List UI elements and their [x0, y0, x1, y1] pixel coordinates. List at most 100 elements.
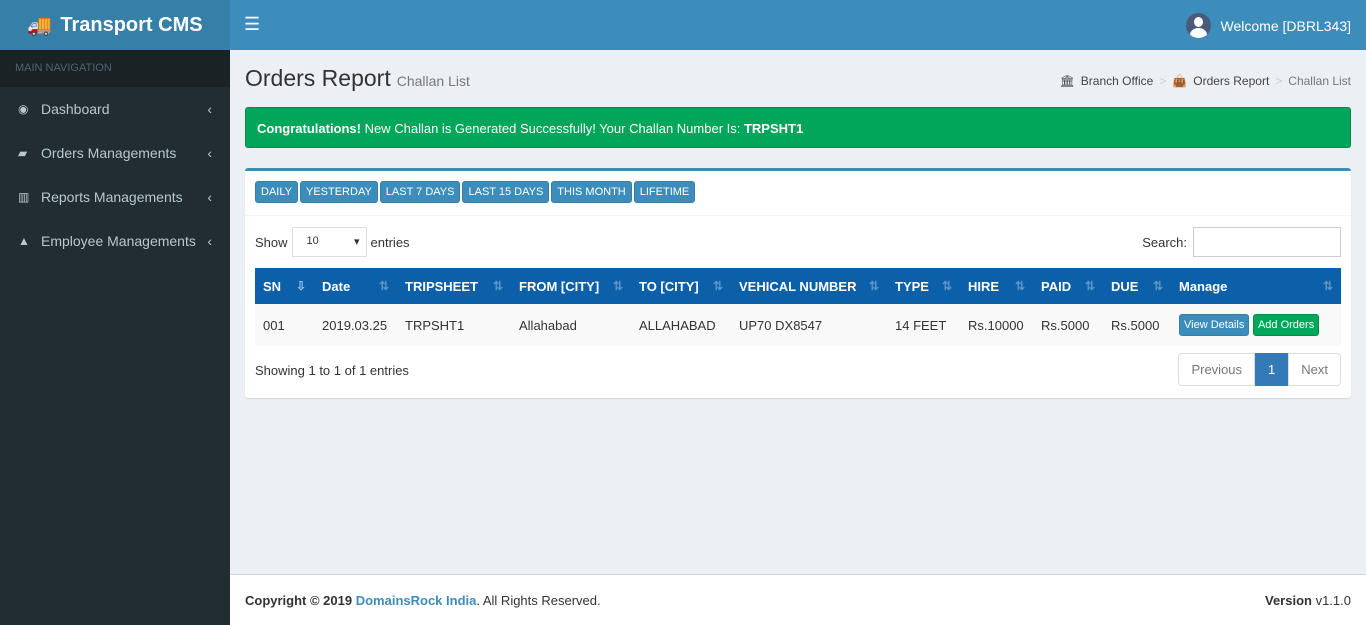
col-label: SN — [263, 278, 282, 294]
chevron-left-icon: ‹ — [207, 189, 212, 205]
col-label: DUE — [1111, 278, 1139, 294]
sidebar-item-orders[interactable]: ▰ Orders Managements ‹ — [0, 131, 230, 175]
nav-header: MAIN NAVIGATION — [0, 50, 230, 87]
truck-icon: 🚚 — [27, 14, 53, 37]
chevron-left-icon: ‹ — [207, 101, 212, 117]
col-label: Manage — [1179, 278, 1228, 294]
shopping-bag-icon: ▰ — [18, 146, 28, 160]
shopping-bag-icon: 👜 — [1172, 74, 1188, 88]
page-1-button[interactable]: 1 — [1255, 353, 1289, 386]
label: Dashboard — [41, 101, 110, 117]
filter-yesterday[interactable]: YESTERDAY — [299, 181, 378, 203]
filter-lifetime[interactable]: LIFETIME — [633, 181, 696, 203]
page-length-select[interactable]: 10 — [291, 227, 367, 257]
app-logo[interactable]: 🚚 Transport CMS — [0, 0, 230, 50]
col-label: TYPE — [895, 278, 929, 294]
footer: Copyright © 2019 DomainsRock India. All … — [230, 574, 1366, 625]
sort-icon: ⇅ — [1322, 278, 1333, 293]
bank-icon: 🏛 — [1059, 74, 1075, 88]
chevron-left-icon: ‹ — [207, 145, 212, 161]
add-orders-button[interactable]: Add Orders — [1252, 314, 1320, 336]
user-secret-icon: ▲ — [18, 234, 30, 248]
sidebar-item-reports[interactable]: ▥ Reports Managements ‹ — [0, 175, 230, 219]
col-label: TO [CITY] — [639, 278, 699, 294]
page-title: Orders Report Challan List — [245, 65, 470, 92]
cell-paid: Rs.5000 — [1033, 304, 1103, 346]
col-sn[interactable]: SN ⇩ — [255, 268, 314, 304]
breadcrumb-orders-report[interactable]: Orders Report — [1193, 74, 1269, 88]
col-label: HIRE — [968, 278, 1000, 294]
sidebar: MAIN NAVIGATION ◉ Dashboard ‹ ▰ Orders Mana… — [0, 50, 230, 625]
previous-button[interactable]: Previous — [1178, 353, 1256, 386]
col-tripsheet[interactable]: TRIPSHEET ⇅ — [397, 268, 511, 304]
app-title: Transport CMS — [60, 13, 203, 36]
breadcrumb-challan-list: Challan List — [1288, 74, 1351, 88]
label: Employee Managements — [41, 233, 196, 249]
breadcrumb: 🏛 Branch Office > 👜 Orders Report > Challan … — [1060, 74, 1351, 88]
date-filters: DAILY YESTERDAY LAST 7 DAYS LAST 15 DAYS… — [245, 171, 1351, 216]
next-button[interactable]: Next — [1288, 353, 1341, 386]
filter-this-month[interactable]: THIS MONTH — [551, 181, 632, 203]
sidebar-item-employees[interactable]: ▲ Employee Managements ‹ — [0, 219, 230, 263]
bar-chart-icon: ▥ — [18, 190, 30, 204]
dashboard-icon: ◉ — [18, 102, 29, 116]
page-length: Show10entries — [255, 227, 410, 257]
sort-icon: ⇅ — [1014, 278, 1025, 293]
search: Search: — [1142, 227, 1341, 257]
cell-hire: Rs.10000 — [960, 304, 1033, 346]
col-hire[interactable]: HIRE ⇅ — [960, 268, 1033, 304]
challan-table: SN ⇩ Date ⇅ TRIPSHEET ⇅ FROM [CITY] ⇅ TO [CI… — [255, 268, 1341, 346]
sidebar-item-dashboard[interactable]: ◉ Dashboard ‹ — [0, 87, 230, 131]
col-date[interactable]: Date ⇅ — [314, 268, 397, 304]
copyright-text: Copyright © 2019 — [245, 593, 356, 608]
filter-daily[interactable]: DAILY — [255, 181, 298, 203]
col-to-city[interactable]: TO [CITY] ⇅ — [631, 268, 731, 304]
chevron-left-icon: ‹ — [207, 233, 212, 249]
pagination: Previous 1 Next — [1178, 353, 1341, 386]
cell-type: 14 FEET — [887, 304, 960, 346]
breadcrumb-branch-office[interactable]: Branch Office — [1081, 74, 1153, 88]
menu-toggle-icon[interactable]: ☰ — [244, 14, 260, 35]
version: Version v1.1.0 — [1265, 593, 1351, 608]
avatar — [1185, 13, 1211, 38]
cell-from: Allahabad — [511, 304, 631, 346]
welcome-text: Welcome [DBRL343] — [1220, 17, 1351, 34]
top-navbar: ☰ Welcome [DBRL343] — [230, 0, 1366, 50]
separator: > — [1275, 74, 1283, 88]
sort-icon: ⇅ — [712, 278, 723, 293]
rights-text: . All Rights Reserved. — [476, 593, 601, 608]
sort-icon: ⇅ — [1084, 278, 1095, 293]
table-header-row: SN ⇩ Date ⇅ TRIPSHEET ⇅ FROM [CITY] ⇅ TO [CI… — [255, 268, 1341, 304]
col-type[interactable]: TYPE ⇅ — [887, 268, 960, 304]
col-vehicle-number[interactable]: VEHICAL NUMBER ⇅ — [731, 268, 887, 304]
cell-to: ALLAHABAD — [631, 304, 731, 346]
sort-icon: ⇅ — [612, 278, 623, 293]
search-label: Search: — [1142, 234, 1187, 250]
search-input[interactable] — [1193, 227, 1341, 257]
label: Orders Managements — [41, 145, 177, 161]
filter-last-15-days[interactable]: LAST 15 DAYS — [462, 181, 550, 203]
sort-icon: ⇅ — [492, 278, 503, 293]
page-subtitle: Challan List — [396, 73, 470, 89]
user-menu[interactable]: Welcome [DBRL343] — [1185, 13, 1351, 38]
col-due[interactable]: DUE ⇅ — [1103, 268, 1171, 304]
filter-last-7-days[interactable]: LAST 7 DAYS — [379, 181, 461, 203]
col-from-city[interactable]: FROM [CITY] ⇅ — [511, 268, 631, 304]
title-text: Orders Report — [245, 65, 391, 91]
table-row: 001 2019.03.25 TRPSHT1 Allahabad ALLAHAB… — [255, 304, 1341, 346]
cell-due: Rs.5000 — [1103, 304, 1171, 346]
success-alert: Congratulations! New Challan is Generate… — [245, 107, 1351, 148]
cell-tripsheet: TRPSHT1 — [397, 304, 511, 346]
col-manage[interactable]: Manage ⇅ — [1171, 268, 1341, 304]
label: Reports Managements — [41, 189, 183, 205]
cell-sn: 001 — [255, 304, 314, 346]
entries-label: entries — [370, 234, 410, 250]
sort-icon: ⇅ — [941, 278, 952, 293]
company-link[interactable]: DomainsRock India — [356, 593, 477, 608]
view-details-button[interactable]: View Details — [1179, 314, 1250, 336]
col-paid[interactable]: PAID ⇅ — [1033, 268, 1103, 304]
version-number: v1.1.0 — [1311, 593, 1351, 608]
main-content: Orders Report Challan List 🏛 Branch Office… — [230, 50, 1366, 574]
separator: > — [1159, 74, 1167, 88]
show-label: Show — [255, 234, 288, 250]
